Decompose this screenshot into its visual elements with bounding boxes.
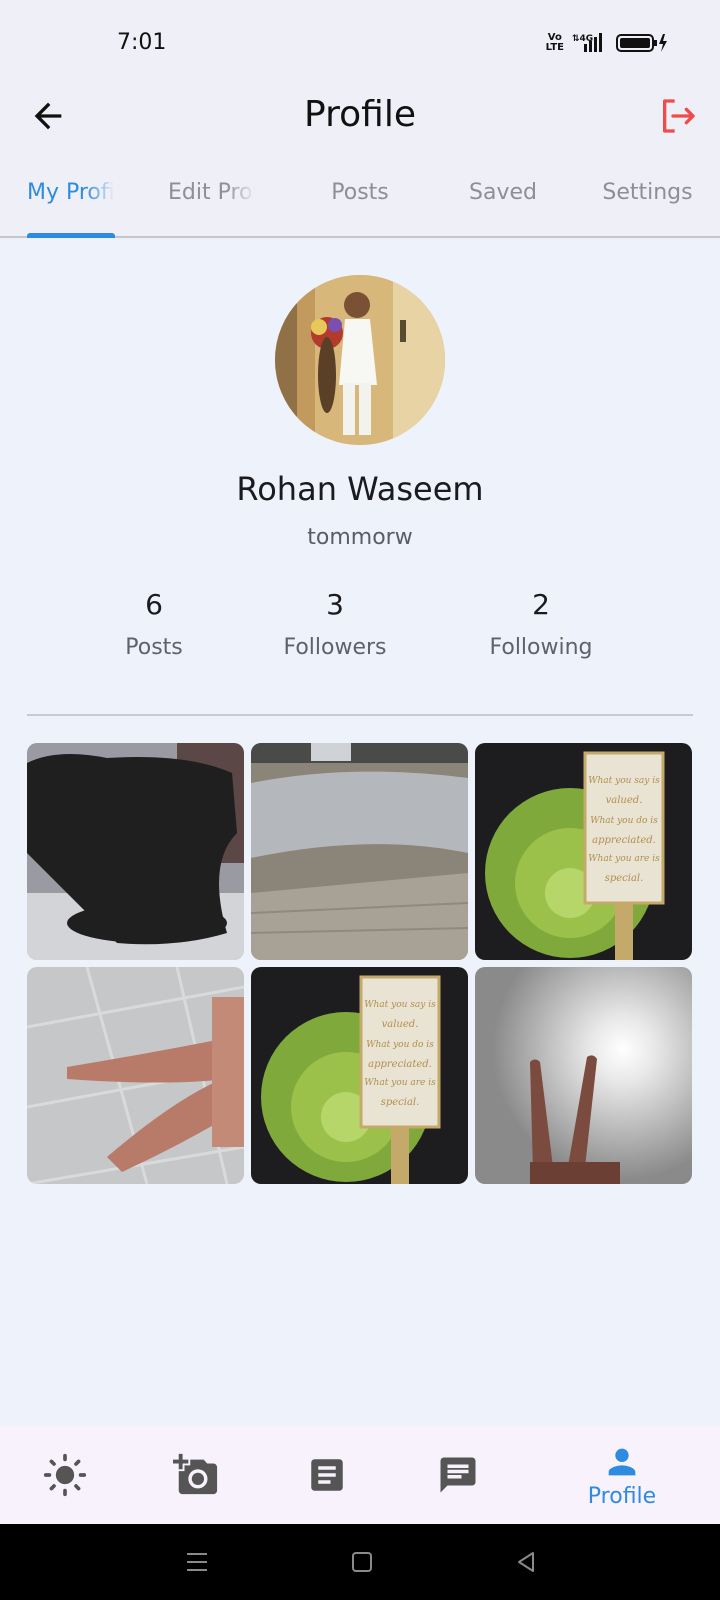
back-nav-icon[interactable] bbox=[514, 1550, 538, 1574]
post-image bbox=[27, 967, 244, 1184]
svg-text:appreciated.: appreciated. bbox=[368, 1059, 432, 1070]
app-bar: Profile My Profile Edit Profile Posts Sa… bbox=[0, 90, 720, 240]
article-icon bbox=[311, 1459, 343, 1491]
post-thumbnail[interactable]: What you say is valued. What you do is a… bbox=[251, 967, 468, 1184]
tab-label: Posts bbox=[331, 180, 389, 205]
nav-profile-label: Profile bbox=[587, 1483, 657, 1509]
status-bar: 7:01 Vo LTE ⇅4G bbox=[0, 0, 720, 90]
logout-button[interactable] bbox=[658, 96, 698, 136]
stat-posts[interactable]: 6 Posts bbox=[54, 588, 254, 660]
stat-following[interactable]: 2 Following bbox=[441, 588, 641, 660]
volte-indicator: Vo LTE bbox=[545, 32, 564, 53]
page-title: Profile bbox=[304, 94, 416, 135]
nav-theme[interactable] bbox=[5, 1426, 125, 1524]
bottom-navigation: Profile bbox=[0, 1426, 720, 1524]
tab-saved[interactable]: Saved bbox=[443, 180, 563, 238]
post-image: What you say is valued. What you do is a… bbox=[475, 743, 692, 960]
brightness-icon bbox=[43, 1453, 87, 1497]
nav-profile[interactable]: Profile bbox=[562, 1426, 682, 1524]
svg-text:What you are is: What you are is bbox=[588, 854, 660, 864]
system-navigation-bar bbox=[0, 1524, 720, 1600]
home-icon[interactable] bbox=[350, 1550, 374, 1574]
person-icon bbox=[608, 1448, 636, 1475]
stat-label: Posts bbox=[125, 635, 183, 660]
nav-articles[interactable] bbox=[267, 1426, 387, 1524]
profile-username: tommorw bbox=[307, 525, 413, 550]
divider bbox=[27, 714, 693, 716]
chat-icon bbox=[440, 1457, 476, 1493]
svg-text:What you are is: What you are is bbox=[364, 1078, 436, 1088]
avatar-photo bbox=[275, 275, 445, 445]
post-image bbox=[251, 743, 468, 960]
tab-indicator bbox=[27, 233, 115, 238]
tab-label: My Profile bbox=[27, 180, 115, 205]
tab-edit-profile[interactable]: Edit Profile bbox=[168, 180, 256, 238]
logout-icon bbox=[663, 99, 695, 133]
post-thumbnail[interactable] bbox=[27, 967, 244, 1184]
status-icons: Vo LTE ⇅4G bbox=[546, 32, 668, 54]
post-thumbnail[interactable]: What you say is valued. What you do is a… bbox=[475, 743, 692, 960]
post-image bbox=[475, 967, 692, 1184]
stat-count: 6 bbox=[145, 588, 163, 621]
tab-posts[interactable]: Posts bbox=[300, 180, 420, 238]
svg-text:What you say is: What you say is bbox=[364, 1000, 436, 1010]
post-thumbnail[interactable] bbox=[27, 743, 244, 960]
profile-name: Rohan Waseem bbox=[236, 470, 484, 508]
tab-bar: My Profile Edit Profile Posts Saved Sett… bbox=[0, 180, 720, 238]
add-photo-icon bbox=[173, 1453, 218, 1495]
svg-text:valued.: valued. bbox=[606, 795, 643, 806]
nav-chat[interactable] bbox=[398, 1426, 518, 1524]
status-time: 7:01 bbox=[117, 30, 167, 55]
svg-text:special.: special. bbox=[605, 873, 644, 884]
nav-add-photo[interactable] bbox=[136, 1426, 256, 1524]
battery-icon bbox=[616, 34, 667, 52]
tab-label: Saved bbox=[469, 180, 537, 205]
tab-my-profile[interactable]: My Profile bbox=[27, 180, 115, 238]
stat-followers[interactable]: 3 Followers bbox=[235, 588, 435, 660]
stat-label: Following bbox=[489, 635, 593, 660]
post-thumbnail[interactable] bbox=[251, 743, 468, 960]
stat-label: Followers bbox=[283, 635, 387, 660]
svg-text:What you do is: What you do is bbox=[590, 816, 658, 826]
tab-settings[interactable]: Settings bbox=[585, 180, 710, 238]
stat-count: 2 bbox=[532, 588, 550, 621]
tab-label: Edit Profile bbox=[168, 180, 256, 205]
menu-icon[interactable] bbox=[185, 1550, 209, 1574]
post-image: What you say is valued. What you do is a… bbox=[251, 967, 468, 1184]
signal-icon: ⇅4G bbox=[572, 33, 602, 52]
svg-text:appreciated.: appreciated. bbox=[592, 835, 656, 846]
svg-text:What you say is: What you say is bbox=[588, 776, 660, 786]
svg-text:special.: special. bbox=[381, 1097, 420, 1108]
post-thumbnail[interactable] bbox=[475, 967, 692, 1184]
avatar[interactable] bbox=[275, 275, 445, 445]
tab-label: Settings bbox=[602, 180, 693, 205]
stat-count: 3 bbox=[326, 588, 344, 621]
post-image bbox=[27, 743, 244, 960]
svg-text:valued.: valued. bbox=[382, 1019, 419, 1030]
svg-text:What you do is: What you do is bbox=[366, 1040, 434, 1050]
